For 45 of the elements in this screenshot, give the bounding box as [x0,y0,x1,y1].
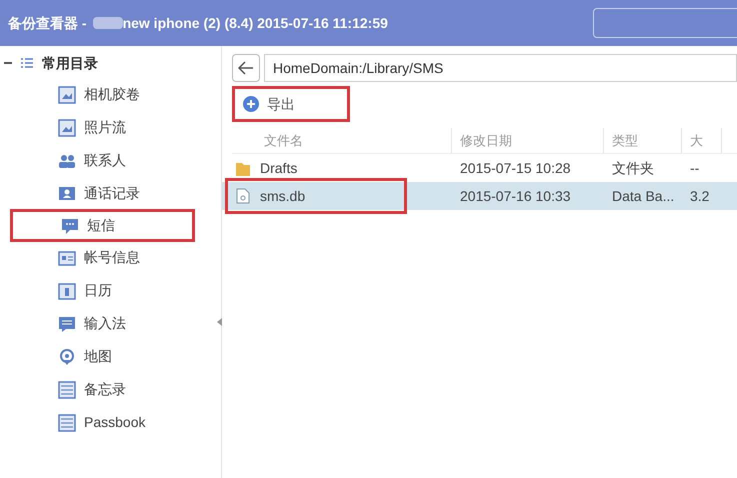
sidebar-item[interactable]: 短信 [10,209,195,242]
plus-circle-icon [243,96,259,112]
calendar-icon [58,282,76,300]
photo-icon [58,118,76,136]
table-cell-text: 3.2 [690,186,710,206]
table-row[interactable]: Drafts 2015-07-15 10:28 文件夹 -- [222,154,737,182]
sidebar-item[interactable]: 帐号信息 [10,241,195,274]
back-arrow-icon [238,61,254,75]
keyboard-note-icon [58,314,76,332]
table-cell-text: sms.db [260,186,306,206]
list-icon [58,380,76,398]
sidebar-item[interactable]: 日历 [10,274,195,307]
sidebar-item[interactable]: 联系人 [10,144,195,177]
contact-card-icon [58,184,76,202]
back-button[interactable] [232,54,260,82]
table-cell-text: Data Ba... [612,186,674,206]
chat-icon [61,216,79,234]
path-field[interactable]: HomeDomain:/Library/SMS [264,54,737,82]
table-cell-text: -- [690,158,700,178]
sidebar-item[interactable]: Passbook [10,406,195,439]
sidebar-item[interactable]: 照片流 [10,111,195,144]
search-field[interactable] [593,8,737,38]
sidebar-item[interactable]: 通话记录 [10,177,195,210]
list-icon [58,414,76,432]
file-icon [236,188,250,204]
export-button[interactable]: 导出 [232,86,350,122]
table-cell-text: 文件夹 [612,158,654,178]
list-icon [20,57,34,69]
sidebar-item[interactable]: 地图 [10,340,195,373]
blurred-area [92,17,123,29]
collapse-toggle[interactable] [4,59,12,67]
window-title: new iphone (2) (8.4) 2015-07-16 11:12:59 [122,14,388,33]
calendar-card-icon [58,248,76,266]
table-cell-text: Drafts [260,158,298,178]
sidebar-item[interactable]: 备忘录 [10,373,195,406]
collapse-arrow-icon[interactable] [217,318,222,326]
window-title: 备份查看器 - [8,14,87,32]
sidebar-item[interactable]: 输入法 [10,307,195,340]
photo-icon [58,86,76,104]
folder-icon [236,160,250,176]
sidebar-item[interactable]: 相机胶卷 [10,78,195,111]
map-pin-icon [58,348,76,366]
group-label: 常用目录 [42,54,98,72]
table-cell-text: 2015-07-16 10:33 [460,186,571,206]
table-cell-text: 2015-07-15 10:28 [460,158,571,178]
